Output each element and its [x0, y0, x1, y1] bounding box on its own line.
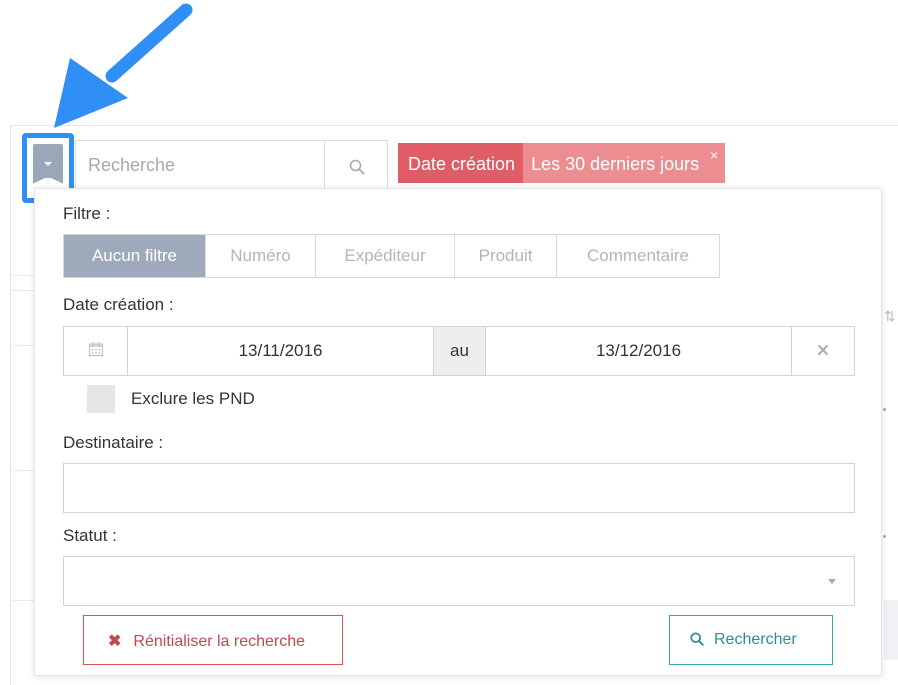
recipient-label: Destinataire :	[63, 433, 164, 452]
pointer-arrow-icon	[54, 3, 193, 128]
status-select[interactable]	[63, 556, 855, 606]
active-filter-key: Date création	[398, 143, 524, 183]
clear-date-button[interactable]	[792, 327, 854, 375]
calendar-button[interactable]	[64, 327, 128, 375]
recipient-input[interactable]	[63, 463, 855, 513]
background-divider	[10, 290, 34, 291]
background-divider	[10, 125, 11, 685]
background-dot	[883, 408, 886, 411]
date-to-input[interactable]: 13/12/2016	[486, 327, 792, 375]
filter-toggle-icon	[33, 144, 63, 192]
search-placeholder: Recherche	[88, 155, 176, 175]
remove-filter-icon[interactable]: ×	[710, 147, 718, 163]
background-dot	[883, 535, 886, 538]
calendar-icon	[88, 342, 103, 357]
caret-down-icon	[44, 162, 52, 166]
exclude-pnd-checkbox[interactable]	[87, 385, 115, 413]
tab-commentaire[interactable]: Commentaire	[557, 235, 719, 277]
exclude-pnd-label: Exclure les PND	[131, 389, 255, 408]
search-icon	[349, 159, 365, 175]
tab-produit[interactable]: Produit	[455, 235, 557, 277]
filter-dropdown-panel: Filtre : Aucun filtre Numéro Expéditeur …	[34, 188, 882, 676]
background-divider	[10, 345, 34, 346]
date-range-input: 13/11/2016 au 13/12/2016	[63, 326, 855, 376]
date-separator: au	[434, 327, 486, 375]
filter-label: Filtre :	[63, 204, 111, 223]
search-icon	[690, 632, 704, 646]
chevron-down-icon	[828, 579, 836, 584]
tab-expediteur[interactable]: Expéditeur	[316, 235, 455, 277]
search-input[interactable]: Recherche	[75, 140, 325, 190]
status-label: Statut :	[63, 526, 117, 545]
reset-search-label: Rénitialiser la recherche	[133, 633, 306, 650]
background-divider	[10, 600, 34, 601]
sort-icon[interactable]: ⇅	[884, 308, 896, 325]
date-creation-label: Date création :	[63, 295, 174, 314]
search-button[interactable]	[324, 140, 388, 190]
background-stripe	[884, 600, 898, 660]
background-divider	[10, 275, 34, 276]
submit-search-button[interactable]: Rechercher	[669, 615, 833, 665]
close-icon	[818, 345, 828, 355]
tab-aucun-filtre[interactable]: Aucun filtre	[64, 235, 206, 277]
background-divider	[10, 470, 34, 471]
submit-search-label: Rechercher	[714, 631, 797, 648]
active-filter-value: Les 30 derniers jours ×	[523, 143, 726, 183]
tab-numero[interactable]: Numéro	[206, 235, 316, 277]
close-icon: ✖	[108, 633, 122, 650]
reset-search-button[interactable]: ✖ Rénitialiser la recherche	[83, 615, 343, 665]
active-filter-value-text: Les 30 derniers jours	[531, 154, 700, 174]
date-from-input[interactable]: 13/11/2016	[128, 327, 434, 375]
filter-type-tabs: Aucun filtre Numéro Expéditeur Produit C…	[63, 234, 720, 278]
active-filter-chip: Date création Les 30 derniers jours ×	[398, 143, 726, 183]
